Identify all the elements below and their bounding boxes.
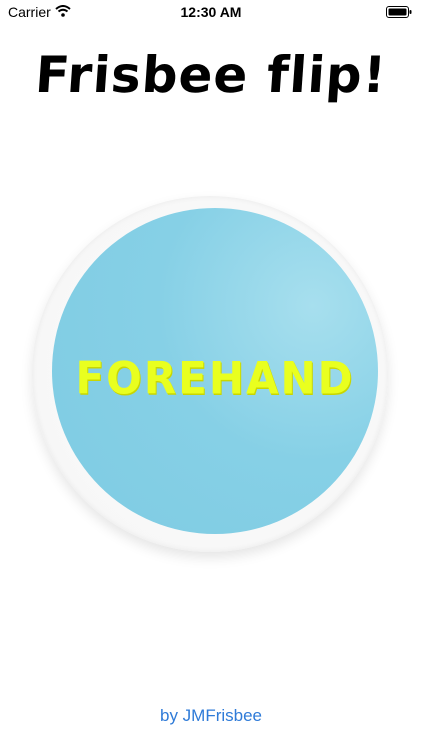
page-title: Frisbee flip! (33, 46, 389, 104)
frisbee-result-label: FOREHAND (75, 352, 355, 405)
status-bar: Carrier 12:30 AM (0, 0, 422, 24)
author-link[interactable]: by JMFrisbee (0, 706, 422, 726)
frisbee-flip-button[interactable]: FOREHAND (32, 196, 388, 552)
battery-icon (386, 5, 412, 21)
status-time: 12:30 AM (180, 4, 242, 20)
frisbee-disc[interactable]: FOREHAND (52, 208, 378, 534)
